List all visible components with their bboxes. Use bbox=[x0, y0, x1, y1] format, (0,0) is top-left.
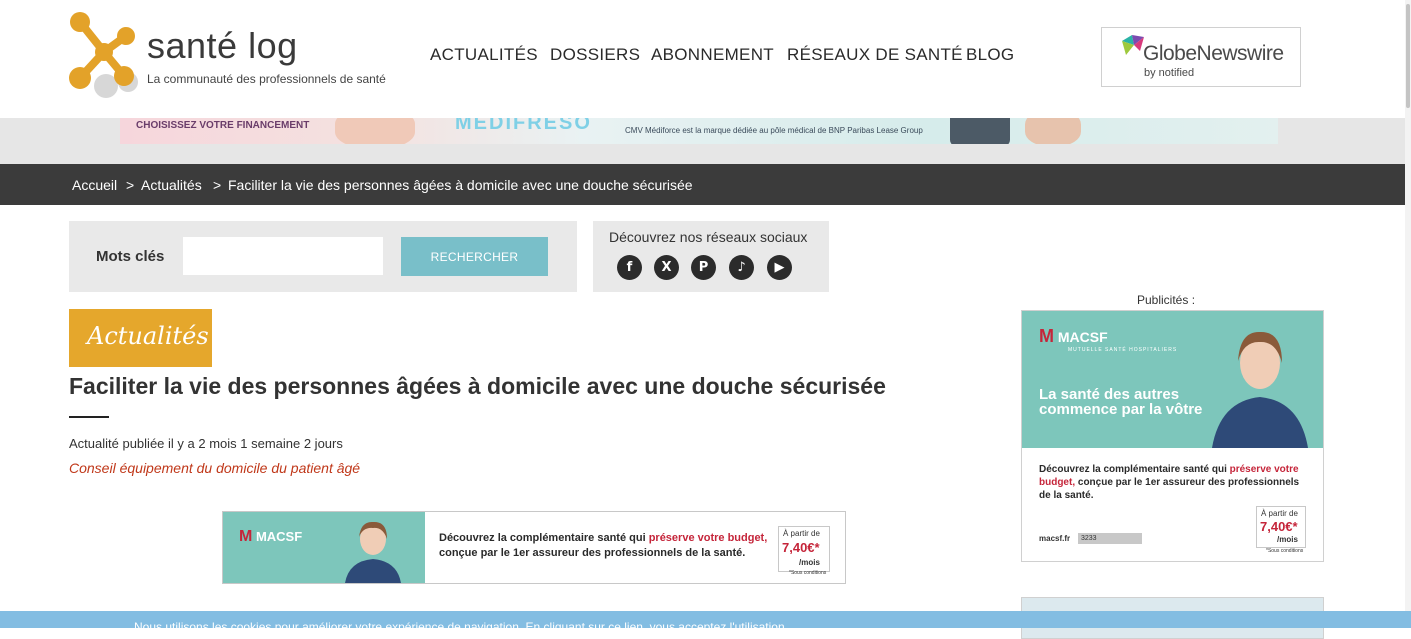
cookie-text[interactable]: Nous utilisons les cookies pour améliore… bbox=[134, 620, 785, 628]
article-title: Faciliter la vie des personnes âgées à d… bbox=[69, 373, 886, 399]
banner-note: CMV Médiforce est la marque dédiée au pô… bbox=[625, 126, 923, 135]
sidebar-ad[interactable]: M MACSF MUTUELLE SANTÉ HOSPITALIERS La s… bbox=[1021, 310, 1324, 562]
breadcrumb-current: Faciliter la vie des personnes âgées à d… bbox=[228, 177, 693, 193]
logo-title[interactable]: santé log bbox=[147, 26, 298, 66]
nav-blog[interactable]: BLOG bbox=[966, 45, 1014, 65]
sidebar-ad-headline: La santé des autres commence par la vôtr… bbox=[1039, 386, 1203, 418]
breadcrumb-actualites[interactable]: Actualités bbox=[141, 177, 202, 193]
x-icon[interactable]: X bbox=[654, 255, 679, 280]
article-published: Actualité publiée il y a 2 mois 1 semain… bbox=[69, 436, 343, 451]
sidebar-ad-body: Découvrez la complémentaire santé qui pr… bbox=[1039, 464, 1300, 501]
search-input[interactable] bbox=[183, 237, 383, 275]
banner-person-image bbox=[335, 118, 415, 144]
sidebar-ad-conditions: *Sous conditions bbox=[1266, 548, 1304, 554]
search-button[interactable]: RECHERCHER bbox=[401, 237, 548, 276]
tiktok-icon[interactable]: ♪ bbox=[729, 255, 754, 280]
scrollbar-thumb[interactable] bbox=[1406, 4, 1410, 108]
logo-tagline: La communauté des professionnels de sant… bbox=[147, 72, 386, 86]
sidebar-ad-price: À partir de 7,40€* /mois bbox=[1256, 506, 1306, 548]
sidebar-ad-phone: 3233 bbox=[1078, 533, 1142, 544]
inline-ad-brand: M MACSF bbox=[239, 528, 303, 545]
nav-dossiers[interactable]: DOSSIERS bbox=[550, 45, 640, 65]
globenewswire-name: GlobeNewswire bbox=[1143, 42, 1284, 65]
sidebar-ad-url: macsf.fr bbox=[1039, 534, 1071, 543]
nav-reseaux-de-sante[interactable]: RÉSEAUX DE SANTÉ bbox=[787, 45, 963, 65]
inline-ad-text: Découvrez la complémentaire santé qui pr… bbox=[439, 532, 768, 559]
breadcrumb-home[interactable]: Accueil bbox=[72, 177, 117, 193]
facebook-icon[interactable]: f bbox=[617, 255, 642, 280]
globenewswire-sub: by notified bbox=[1144, 67, 1195, 79]
breadcrumb-separator: > bbox=[213, 177, 222, 193]
breadcrumb-separator: > bbox=[126, 177, 135, 193]
section-tag-label: Actualités bbox=[87, 322, 209, 350]
nav-abonnement[interactable]: ABONNEMENT bbox=[651, 45, 774, 65]
breadcrumb bbox=[0, 164, 1405, 205]
search-label: Mots clés bbox=[96, 248, 165, 265]
top-ad-banner[interactable]: CHOISISSEZ VOTRE FINANCEMENT MEDIFRESO C… bbox=[120, 118, 1278, 144]
social-title: Découvrez nos réseaux sociaux bbox=[609, 229, 808, 245]
nav-actualites[interactable]: ACTUALITÉS bbox=[430, 45, 538, 65]
banner-cta: CHOISISSEZ VOTRE FINANCEMENT bbox=[136, 120, 310, 131]
logo-mark-icon[interactable] bbox=[68, 10, 140, 102]
sidebar-ad-person-image bbox=[1212, 323, 1308, 448]
banner-person2-image bbox=[1025, 118, 1081, 144]
cookie-banner[interactable]: Nous utilisons les cookies pour améliore… bbox=[0, 611, 1411, 628]
pinterest-icon[interactable]: P bbox=[691, 255, 716, 280]
title-divider bbox=[69, 416, 109, 418]
sidebar-ad-brand: M MACSF bbox=[1039, 326, 1108, 346]
youtube-icon[interactable]: ▶ bbox=[767, 255, 792, 280]
inline-ad-person-image bbox=[343, 517, 403, 583]
banner-brand: MEDIFRESO bbox=[455, 118, 592, 134]
inline-ad-price: À partir de 7,40€* /mois bbox=[778, 526, 830, 572]
banner-device-image bbox=[950, 118, 1010, 144]
inline-ad[interactable]: M MACSF Découvrez la complémentaire sant… bbox=[222, 511, 846, 584]
ads-label: Publicités : bbox=[1137, 293, 1196, 307]
article-subtitle: Conseil équipement du domicile du patien… bbox=[69, 460, 361, 476]
inline-ad-conditions: *Sous conditions bbox=[789, 570, 827, 576]
sidebar-ad-brand-sub: MUTUELLE SANTÉ HOSPITALIERS bbox=[1068, 347, 1178, 353]
